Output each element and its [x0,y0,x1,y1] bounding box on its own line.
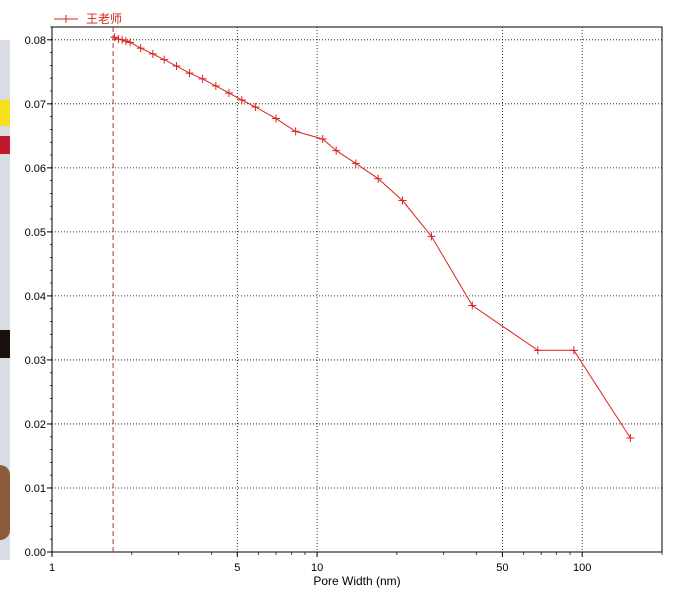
data-point-marker [160,55,169,64]
y-tick-label: 0.03 [25,355,46,367]
y-axis-ticks: 0.00 0.01 0.02 0.03 0.04 0.05 0.06 0.07 0.08 [25,35,52,559]
data-point-marker [172,62,181,71]
data-point-marker [251,103,260,112]
x-tick-label: 50 [496,562,508,574]
data-point-marker [224,88,233,97]
y-tick-label: 0.06 [25,163,46,175]
data-point-marker [110,33,119,42]
data-point-marker [468,301,477,310]
data-point-marker [351,159,360,168]
series-markers [110,33,635,443]
minor-tick-marks [50,26,663,555]
y-tick-label: 0.04 [25,291,46,303]
data-point-marker [148,49,157,58]
data-point-marker [533,346,542,355]
legend: 王老师 [54,12,122,26]
x-tick-label: 100 [573,562,591,574]
data-point-marker [237,95,246,104]
data-point-marker [118,35,127,44]
legend-label: 王老师 [86,12,122,26]
y-tick-label: 0.01 [25,483,46,495]
y-tick-label: 0.05 [25,227,46,239]
series-line-wang [114,36,631,439]
x-axis-ticks: 1 5 10 50 100 [49,552,591,574]
data-point-marker [185,69,194,78]
x-tick-label: 1 [49,562,55,574]
x-tick-label: 10 [311,562,323,574]
data-point-marker [569,346,578,355]
x-axis-title: Pore Width (nm) [313,574,400,588]
plot-area-frame [51,26,663,553]
data-point-marker [272,114,281,123]
data-point-marker [211,81,220,90]
data-point-marker [114,35,123,44]
grid-lines [51,27,662,553]
data-point-marker [121,37,130,46]
pore-volume-chart: 1 5 10 50 100 0.000.010.020.030.040.050.060.… [25,12,663,588]
data-point-marker [626,434,635,443]
x-tick-label: 5 [234,562,240,574]
y-tick-label: 0.02 [25,419,46,431]
legend-marker-sample [62,15,70,23]
y-tick-label: 0.00 [25,547,46,559]
y-tick-label: 0.07 [25,99,46,111]
data-point-marker [198,74,207,83]
data-point-marker [291,127,300,136]
y-tick-label: 0.08 [25,35,46,47]
data-point-marker [136,44,145,53]
